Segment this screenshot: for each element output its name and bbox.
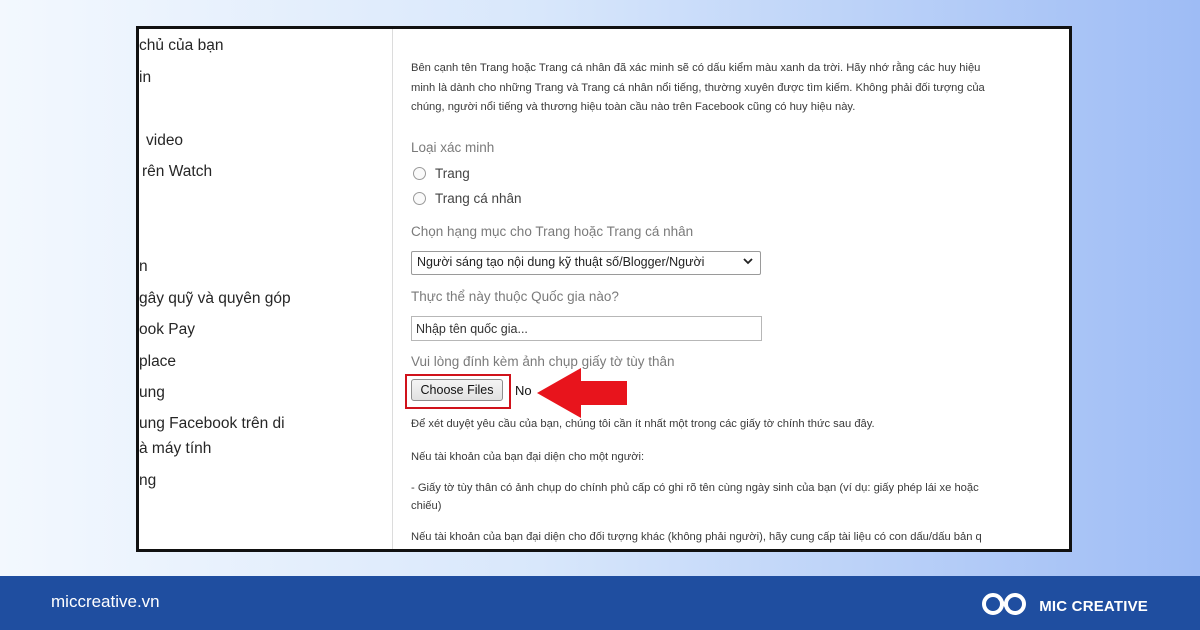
sidebar-item[interactable]: ung Facebook trên di [139, 415, 285, 433]
radio-profile[interactable]: Trang cá nhân [413, 191, 522, 206]
attach-label: Vui lòng đính kèm ảnh chụp giấy tờ tùy t… [411, 354, 675, 369]
radio-profile-label: Trang cá nhân [435, 191, 522, 206]
sidebar-item[interactable]: place [139, 353, 176, 371]
brand-name: MIC CREATIVE [1039, 598, 1148, 615]
sidebar-item[interactable]: rên Watch [142, 163, 212, 181]
sidebar-item[interactable]: n [139, 258, 148, 276]
no-file-status: No [515, 383, 532, 398]
footer-bar: miccreative.vn MIC CREATIVE [0, 576, 1200, 630]
verification-form: Bên cạnh tên Trang hoặc Trang cá nhân đã… [405, 29, 1069, 549]
sidebar-item[interactable]: ng [139, 472, 156, 490]
sidebar-item[interactable]: in [139, 69, 151, 87]
intro-line: Bên cạnh tên Trang hoặc Trang cá nhân đã… [411, 62, 981, 74]
category-value: Người sáng tạo nội dung kỹ thuật số/Blog… [417, 255, 705, 269]
radio-button[interactable] [413, 167, 426, 180]
radio-page[interactable]: Trang [413, 166, 470, 181]
country-input[interactable]: Nhập tên quốc gia... [411, 316, 762, 341]
footer-url[interactable]: miccreative.vn [51, 592, 160, 612]
radio-page-label: Trang [435, 166, 470, 181]
category-select[interactable]: Người sáng tạo nội dung kỹ thuật số/Blog… [411, 251, 761, 275]
sidebar-item[interactable]: chủ của bạn [139, 37, 223, 55]
sidebar-item[interactable]: video [146, 132, 183, 150]
category-label: Chọn hạng mục cho Trang hoặc Trang cá nh… [411, 224, 694, 239]
mic-creative-logo-icon [981, 589, 1029, 624]
sidebar-item[interactable]: gây quỹ và quyên góp [139, 290, 291, 308]
radio-button[interactable] [413, 192, 426, 205]
verification-type-label: Loại xác minh [411, 140, 495, 155]
id-note-line: chiếu) [411, 500, 442, 512]
intro-line: minh là dành cho những Trang và Trang cá… [411, 81, 985, 94]
left-sidebar: chủ của bạn in video rên Watch n gây quỹ… [139, 29, 393, 549]
chevron-down-icon [742, 255, 754, 270]
country-label: Thực thể này thuộc Quốc gia nào? [411, 289, 619, 304]
doc-note: Để xét duyệt yêu cầu của bạn, chúng tôi … [411, 418, 875, 430]
country-placeholder: Nhập tên quốc gia... [416, 322, 528, 336]
sidebar-item[interactable]: ook Pay [139, 321, 195, 339]
sidebar-item[interactable]: ung [139, 384, 165, 402]
brand: MIC CREATIVE [981, 589, 1148, 624]
screenshot-frame: chủ của bạn in video rên Watch n gây quỹ… [136, 26, 1072, 552]
intro-text: Bên cạnh tên Trang hoặc Trang cá nhân đã… [411, 59, 1069, 118]
sidebar-item[interactable]: à máy tính [139, 440, 211, 458]
id-note-line: - Giấy tờ tùy thân có ảnh chụp do chính … [411, 482, 979, 494]
person-note: Nếu tài khoản của bạn đại diện cho một n… [411, 451, 645, 463]
intro-line: chúng, người nổi tiếng và thương hiệu to… [411, 101, 856, 113]
choose-files-button[interactable]: Choose Files [411, 379, 503, 401]
entity-note: Nếu tài khoản của bạn đại diện cho đối t… [411, 531, 982, 543]
